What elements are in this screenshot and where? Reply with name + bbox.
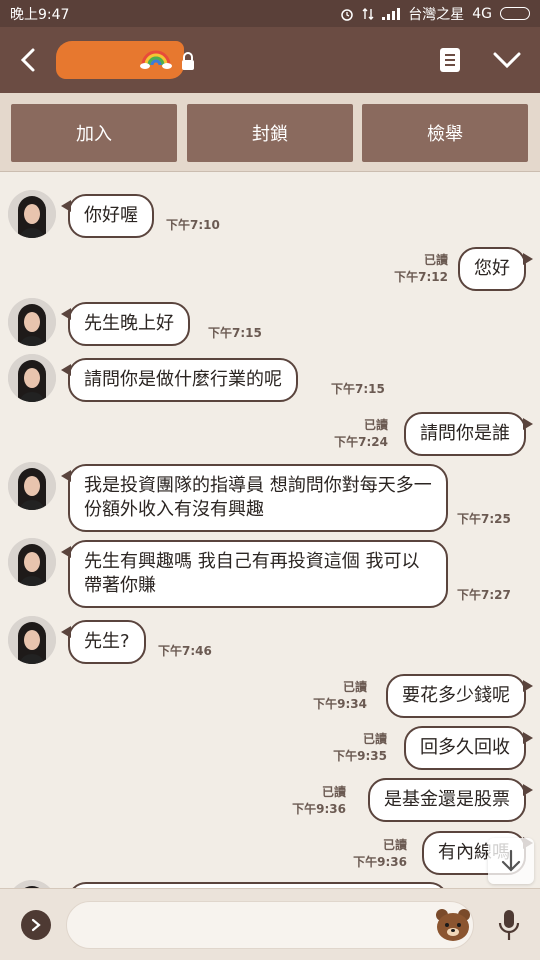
contact-avatar[interactable]: [8, 354, 56, 402]
add-friend-button[interactable]: 加入: [11, 104, 177, 162]
message-time: 下午7:27: [457, 588, 511, 602]
message-text: 你好喔: [84, 205, 138, 226]
rainbow-icon: [140, 50, 172, 69]
read-receipt: 已讀: [321, 785, 346, 799]
message-time: 下午7:15: [331, 382, 385, 396]
back-button[interactable]: [0, 27, 56, 93]
message-bubble-incoming[interactable]: 請問你是做什麼行業的呢: [61, 358, 298, 402]
read-receipt: 已讀: [363, 418, 388, 432]
status-time: 晚上9:47: [10, 6, 70, 23]
notes-button[interactable]: [430, 40, 470, 80]
contact-avatar[interactable]: [8, 616, 56, 664]
message-text: 請問你是做什麼行業的呢: [84, 369, 282, 390]
message-text: 請問你是誰: [420, 423, 510, 444]
contact-avatar[interactable]: [8, 462, 56, 510]
report-button[interactable]: 檢舉: [362, 104, 528, 162]
alarm-icon: [341, 8, 353, 21]
signal-icon: [382, 7, 401, 20]
message-bubble-outgoing[interactable]: 請問你是誰: [404, 412, 533, 456]
chevron-right-icon: [31, 918, 41, 932]
read-receipt: 已讀: [423, 253, 448, 267]
message-bubble-outgoing[interactable]: 是基金還是股票: [368, 778, 533, 822]
scroll-to-bottom-button[interactable]: [488, 838, 534, 884]
status-icons: 台灣之星 4G: [340, 4, 530, 24]
message-text: 要花多少錢呢: [402, 685, 510, 706]
contact-avatar[interactable]: [8, 880, 56, 888]
message-bubble-outgoing[interactable]: 您好: [458, 247, 533, 291]
message-bubble-outgoing[interactable]: 要花多少錢呢: [386, 674, 533, 718]
message-time: 下午7:15: [208, 326, 262, 340]
message-bubble-outgoing[interactable]: 回多久回收: [404, 726, 533, 770]
message-text: 先生?: [84, 631, 130, 652]
message-time: 下午7:24: [334, 435, 388, 449]
contact-avatar[interactable]: [8, 538, 56, 586]
message-time: 下午7:25: [457, 512, 511, 526]
network-label: 4G: [472, 5, 492, 22]
message-list[interactable]: 你好喔 下午7:10 已讀 下午7:12 您好 先生晚上好 下午7:15 請問你…: [0, 172, 540, 888]
notes-icon: [440, 48, 460, 72]
action-bar: 加入 封鎖 檢舉: [0, 93, 540, 172]
chat-header: [0, 27, 540, 93]
message-time: 下午7:46: [158, 644, 212, 658]
message-time: 下午9:35: [333, 749, 387, 763]
message-time: 下午7:10: [166, 218, 220, 232]
voice-input-button[interactable]: [496, 905, 522, 945]
status-bar: 晚上9:47 台灣之星 4G: [0, 0, 540, 27]
sticker-button[interactable]: [434, 907, 472, 943]
back-arrow-icon: [20, 48, 35, 72]
message-text: 是基金還是股票: [384, 789, 510, 810]
battery-icon: [500, 7, 530, 20]
microphone-icon: [498, 910, 520, 940]
block-button[interactable]: 封鎖: [187, 104, 353, 162]
read-receipt: 已讀: [342, 680, 367, 694]
message-time: 下午9:36: [353, 855, 407, 869]
message-time: 下午7:12: [394, 270, 448, 284]
message-bubble-incoming[interactable]: 你好喔: [61, 194, 154, 238]
message-time: 下午9:34: [313, 697, 367, 711]
menu-toggle-button[interactable]: [487, 40, 527, 80]
carrier-label: 台灣之星: [408, 6, 465, 23]
chevron-down-icon: [493, 52, 521, 69]
message-text: 我是投資團隊的指導員 想詢問你對每天多一份額外收入有沒有興趣: [84, 475, 432, 520]
bear-sticker-icon: [436, 909, 470, 941]
arrow-down-icon: [501, 849, 521, 872]
message-text: 先生晚上好: [84, 313, 174, 334]
message-bubble-incoming[interactable]: 我是投資團隊的指導員 想詢問你對每天多一份額外收入有沒有興趣: [61, 464, 448, 532]
message-text: 回多久回收: [420, 737, 510, 758]
message-text: 您好: [474, 258, 510, 279]
message-text: 先生有興趣嗎 我自己有再投資這個 我可以帶著你賺: [84, 551, 420, 596]
message-input[interactable]: [66, 901, 474, 949]
read-receipt: 已讀: [382, 838, 407, 852]
expand-menu-button[interactable]: [21, 910, 51, 940]
message-input-bar: [0, 888, 540, 960]
message-bubble-incoming[interactable]: 先生?: [61, 620, 146, 664]
message-bubble-incoming[interactable]: 先生有興趣嗎 我自己有再投資這個 我可以帶著你賺: [61, 540, 448, 608]
read-receipt: 已讀: [362, 732, 387, 746]
message-bubble-incoming[interactable]: 先生晚上好: [61, 302, 190, 346]
contact-avatar[interactable]: [8, 298, 56, 346]
message-time: 下午9:36: [292, 802, 346, 816]
lock-icon: [182, 52, 194, 70]
contact-avatar[interactable]: [8, 190, 56, 238]
data-arrows-icon: [362, 7, 374, 20]
